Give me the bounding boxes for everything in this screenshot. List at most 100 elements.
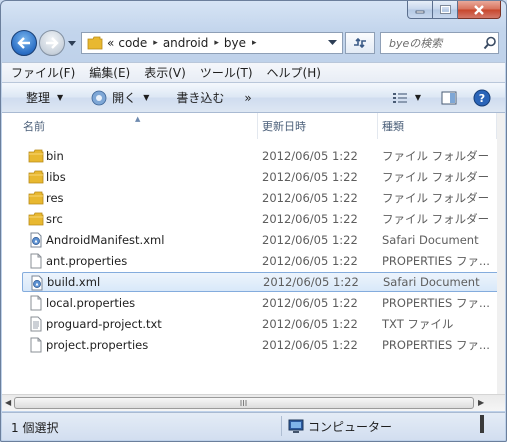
resize-grip[interactable] bbox=[480, 415, 484, 433]
file-row[interactable]: ant.properties 2012/06/05 1:22 PROPERTIES … bbox=[22, 251, 499, 271]
chevron-down-icon: ▼ bbox=[143, 93, 150, 102]
forward-button[interactable] bbox=[39, 30, 65, 56]
menu-file[interactable]: ファイル(F) bbox=[2, 64, 81, 81]
menu-help[interactable]: ヘルプ(H) bbox=[261, 64, 327, 81]
back-arrow-icon bbox=[17, 37, 30, 49]
file-name: proguard-project.txt bbox=[46, 317, 162, 331]
column-name[interactable]: 名前 bbox=[2, 113, 258, 139]
refresh-icon bbox=[354, 37, 366, 49]
file-type: Safari Document bbox=[383, 275, 480, 289]
more-label: » bbox=[244, 90, 252, 105]
breadcrumb-label: code bbox=[118, 36, 148, 50]
help-button[interactable]: ? bbox=[468, 86, 496, 110]
computer-icon bbox=[288, 419, 304, 433]
column-type[interactable]: 種類 bbox=[378, 113, 497, 139]
preview-pane-icon bbox=[441, 91, 457, 104]
file-name: local.properties bbox=[46, 296, 136, 310]
breadcrumb-bye[interactable]: bye ▸ bbox=[224, 33, 262, 53]
breadcrumb-arrow-icon[interactable]: ▸ bbox=[153, 38, 158, 48]
close-button[interactable] bbox=[458, 1, 501, 19]
chevron-down-icon bbox=[68, 40, 76, 46]
close-icon bbox=[474, 4, 484, 15]
column-type-label: 種類 bbox=[382, 120, 404, 133]
folder-icon bbox=[28, 169, 44, 185]
more-commands-button[interactable]: » bbox=[239, 86, 256, 110]
blank-file-icon bbox=[28, 337, 44, 353]
minimize-button[interactable] bbox=[407, 1, 433, 19]
file-row[interactable]: AndroidManifest.xml 2012/06/05 1:22 Safari… bbox=[22, 230, 499, 250]
location-label: コンピューター bbox=[308, 420, 393, 434]
file-date: 2012/06/05 1:22 bbox=[262, 317, 358, 331]
file-type: PROPERTIES ファ... bbox=[382, 338, 490, 352]
history-dropdown[interactable] bbox=[67, 37, 77, 49]
organize-button[interactable]: 整理 ▼ bbox=[21, 86, 68, 110]
scroll-left-icon[interactable]: ◀ bbox=[5, 398, 11, 407]
scroll-thumb[interactable] bbox=[14, 397, 474, 409]
breadcrumb-code[interactable]: code ▸ bbox=[118, 33, 162, 53]
folder-icon bbox=[28, 211, 44, 227]
menu-bar: ファイル(F) 編集(E) 表示(V) ツール(T) ヘルプ(H) bbox=[2, 62, 505, 83]
file-type: ファイル フォルダー bbox=[382, 149, 490, 163]
address-overflow[interactable]: « bbox=[107, 33, 114, 53]
preview-pane-button[interactable] bbox=[436, 86, 462, 110]
file-name: libs bbox=[46, 170, 66, 184]
search-icon[interactable] bbox=[483, 36, 497, 50]
blank-file-icon bbox=[28, 253, 44, 269]
file-date: 2012/06/05 1:22 bbox=[262, 170, 358, 184]
column-header: 名前 ▲ 更新日時 種類 bbox=[2, 113, 497, 139]
breadcrumb-label: android bbox=[162, 36, 209, 50]
vertical-scroll-track bbox=[497, 113, 505, 394]
menu-tools[interactable]: ツール(T) bbox=[194, 64, 259, 81]
grip-icon bbox=[240, 400, 247, 406]
file-name: AndroidManifest.xml bbox=[46, 233, 165, 247]
forward-arrow-icon bbox=[46, 37, 59, 49]
breadcrumb-arrow-icon[interactable]: ▸ bbox=[214, 38, 219, 48]
caption-buttons bbox=[407, 1, 501, 19]
refresh-button[interactable] bbox=[345, 32, 375, 54]
open-button[interactable]: 開く ▼ bbox=[86, 86, 154, 110]
file-type: PROPERTIES ファ... bbox=[382, 296, 490, 310]
maximize-button[interactable] bbox=[433, 1, 458, 19]
file-name: build.xml bbox=[47, 275, 101, 289]
open-with-icon bbox=[91, 90, 107, 105]
file-date: 2012/06/05 1:22 bbox=[262, 212, 358, 226]
search-box[interactable] bbox=[380, 32, 499, 54]
horizontal-scrollbar[interactable]: ◀ ▶ bbox=[2, 394, 505, 411]
scroll-right-icon[interactable]: ▶ bbox=[478, 398, 484, 407]
explorer-window: « code ▸ android ▸ bye ▸ ファイル(F) 編集(E) 表示(V… bbox=[0, 0, 507, 442]
safari-document-icon bbox=[29, 275, 45, 291]
file-date: 2012/06/05 1:22 bbox=[262, 191, 358, 205]
burn-button[interactable]: 書き込む bbox=[171, 86, 229, 110]
menu-view[interactable]: 表示(V) bbox=[138, 64, 192, 81]
menu-edit[interactable]: 編集(E) bbox=[83, 64, 136, 81]
back-button[interactable] bbox=[11, 30, 37, 56]
blank-file-icon bbox=[28, 295, 44, 311]
view-list-icon bbox=[392, 92, 407, 103]
folder-icon bbox=[87, 36, 103, 50]
file-row[interactable]: local.properties 2012/06/05 1:22 PROPERTIE… bbox=[22, 293, 499, 313]
overflow-glyph: « bbox=[107, 36, 115, 50]
file-row[interactable]: libs 2012/06/05 1:22 ファイル フォルダー bbox=[22, 167, 499, 187]
file-row[interactable]: bin 2012/06/05 1:22 ファイル フォルダー bbox=[22, 146, 499, 166]
file-type: ファイル フォルダー bbox=[382, 191, 490, 205]
file-row[interactable]: build.xml 2012/06/05 1:22 Safari Document bbox=[22, 272, 499, 292]
svg-text:?: ? bbox=[479, 92, 485, 105]
file-date: 2012/06/05 1:22 bbox=[262, 233, 358, 247]
sort-ascending-icon: ▲ bbox=[135, 115, 141, 123]
file-date: 2012/06/05 1:22 bbox=[262, 296, 358, 310]
breadcrumb-arrow-icon[interactable]: ▸ bbox=[252, 38, 257, 48]
file-row[interactable]: proguard-project.txt 2012/06/05 1:22 TXT フ… bbox=[22, 314, 499, 334]
file-list: 名前 ▲ 更新日時 種類 bin 2012/06/05 1:22 ファイル フォルダ… bbox=[2, 113, 505, 394]
address-dropdown-icon[interactable] bbox=[328, 40, 337, 46]
breadcrumb-android[interactable]: android ▸ bbox=[163, 33, 224, 53]
file-row[interactable]: res 2012/06/05 1:22 ファイル フォルダー bbox=[22, 188, 499, 208]
file-row[interactable]: project.properties 2012/06/05 1:22 PROPERT… bbox=[22, 335, 499, 355]
column-date[interactable]: 更新日時 bbox=[258, 113, 378, 139]
address-bar[interactable]: « code ▸ android ▸ bye ▸ bbox=[81, 32, 343, 54]
file-row[interactable]: src 2012/06/05 1:22 ファイル フォルダー bbox=[22, 209, 499, 229]
file-name: bin bbox=[46, 149, 64, 163]
search-input[interactable] bbox=[387, 35, 483, 51]
change-view-button[interactable]: ▼ bbox=[387, 86, 426, 110]
status-bar: 1 個選択 コンピューター bbox=[2, 412, 505, 440]
file-type: Safari Document bbox=[382, 233, 479, 247]
